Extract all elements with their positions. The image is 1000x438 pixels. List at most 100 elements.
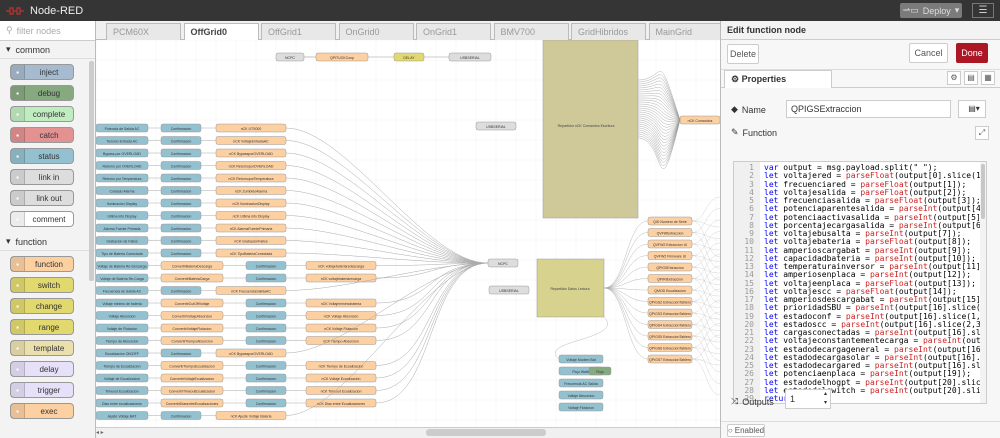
- outputs-spinner[interactable]: 1 ▴ ▾: [785, 389, 831, 409]
- palette-node-link-out[interactable]: ▪ link out: [10, 190, 74, 206]
- palette-category-common[interactable]: ▾ common: [0, 41, 95, 59]
- tab-ongrid0[interactable]: OnGrid0: [338, 23, 414, 40]
- editor-scrollbar[interactable]: [980, 162, 986, 403]
- delay-icon: ▪: [11, 362, 25, 376]
- palette-node-change[interactable]: ▪ change: [10, 298, 74, 314]
- palette-node-catch[interactable]: ▪ catch: [10, 127, 74, 143]
- palette-node-label: function: [34, 259, 64, 269]
- palette-node-inject[interactable]: ▪ inject: [10, 64, 74, 80]
- flow-node-label: Confirmacion: [256, 302, 277, 306]
- flow-node-label: Frecuencia de Salida AC: [103, 290, 142, 294]
- function-label: Function: [742, 127, 778, 138]
- comment-icon: ▪: [11, 212, 25, 226]
- palette-node-delay[interactable]: ▪ delay: [10, 361, 74, 377]
- search-icon: ⚲: [6, 25, 13, 35]
- name-input[interactable]: QPIGSExtraccion: [786, 100, 951, 118]
- palette-node-range[interactable]: ▪ range: [10, 319, 74, 335]
- expand-icon[interactable]: ⤢: [975, 126, 989, 140]
- palette-node-template[interactable]: ▪ template: [10, 340, 74, 356]
- palette-sidebar: ⚲ filter nodes ▾ common ▪ inject ▪ debug ▪ comp…: [0, 21, 96, 438]
- palette-node-label: catch: [39, 130, 59, 140]
- wire: [285, 140, 489, 264]
- flow-node-label: Tiempo de Ecualizacion: [103, 365, 140, 369]
- palette-node-function[interactable]: ▪ function: [10, 256, 74, 272]
- palette-node-link-in[interactable]: ▪ link in: [10, 169, 74, 185]
- palette-node-label: debug: [37, 88, 61, 98]
- palette-scrollbar[interactable]: [89, 61, 94, 281]
- deploy-button[interactable]: ⇀▭ Deploy ▾: [900, 3, 962, 18]
- tab-ongrid1[interactable]: OnGrid1: [416, 23, 491, 40]
- parser-node-label: QVFWExtraccion: [657, 232, 684, 236]
- palette-node-label: switch: [37, 280, 61, 290]
- repartidor-escritura-label: Repartidor nCK Comandos Escritura: [558, 124, 615, 128]
- chevron-down-icon[interactable]: ▾: [955, 5, 960, 16]
- appearance-icon[interactable]: ▦: [981, 71, 995, 85]
- settings-icon[interactable]: ⚙: [947, 71, 961, 85]
- tab-pcm60x[interactable]: PCM60X: [106, 23, 181, 40]
- nav-controls[interactable]: ◂ ▸: [96, 429, 104, 436]
- display-node-label: Voltaje Flotacion: [568, 406, 594, 410]
- flow-node-label: Confirmacion: [256, 390, 277, 394]
- palette-node-exec[interactable]: ▪ exec: [10, 403, 74, 419]
- wire: [375, 262, 489, 391]
- palette-node-label: delay: [39, 364, 59, 374]
- enabled-label: Enabled: [734, 426, 765, 435]
- palette-filter-input[interactable]: ⚲ filter nodes: [0, 21, 95, 41]
- code-editor[interactable]: 1 var output = msg.payload.split(" "); 2 le…: [733, 161, 987, 404]
- spinner-arrows-icon[interactable]: ▴ ▾: [824, 390, 827, 408]
- tab-gridhibridos[interactable]: GridHibridos: [571, 23, 646, 40]
- flujo-debug-node-label: Flujo: [596, 370, 604, 374]
- tab-offgrid0[interactable]: OffGrid0: [183, 23, 259, 41]
- enabled-toggle[interactable]: ○ Enabled: [727, 424, 765, 437]
- wire: [603, 287, 649, 325]
- exec-icon: ▪: [11, 404, 25, 418]
- flow-node-label: Grabacion de Fallos: [106, 240, 138, 244]
- palette-node-status[interactable]: ▪ status: [10, 148, 74, 164]
- flow-node-label: ConvertirDiasentreEcualizaciones: [166, 402, 219, 406]
- flow-node-label: Confirmacion: [171, 140, 192, 144]
- palette-node-comment[interactable]: ▪ comment: [10, 211, 74, 227]
- cancel-button[interactable]: Cancel: [909, 43, 948, 63]
- tab-offgrid1[interactable]: OffGrid1: [261, 23, 336, 40]
- flow-node-label: nCK ZumbidoAlarma: [235, 190, 268, 194]
- palette-category-function[interactable]: ▾ function: [0, 233, 95, 251]
- palette-node-debug[interactable]: ▪ debug: [10, 85, 74, 101]
- complete-icon: ▪: [11, 107, 25, 121]
- palette-node-switch[interactable]: ▪ switch: [10, 277, 74, 293]
- menu-icon[interactable]: ☰: [972, 3, 994, 18]
- header-bar: Node-RED ⇀▭ Deploy ▾ ☰: [0, 0, 1000, 21]
- library-button[interactable]: ▤▾: [958, 100, 986, 118]
- outputs-value: 1: [790, 394, 796, 404]
- range-icon: ▪: [11, 320, 25, 334]
- name-label-row: ◆ Name: [731, 104, 766, 115]
- tab-properties[interactable]: ⚙ Properties: [724, 70, 832, 88]
- flow-canvas-svg[interactable]: Repartidor nCK Comandos Escritura Reparti…: [96, 40, 720, 427]
- palette-node-label: link in: [38, 172, 60, 182]
- tab-maingrid[interactable]: MainGrid: [648, 23, 724, 40]
- done-button[interactable]: Done: [956, 43, 988, 63]
- palette-node-label: complete: [32, 109, 66, 119]
- delete-button[interactable]: Delete: [727, 44, 759, 64]
- tray-title: Edit function node: [721, 21, 1000, 40]
- flow-node-label: Tipo de Bateria Conectada: [101, 252, 143, 256]
- palette-node-trigger[interactable]: ▪ trigger: [10, 382, 74, 398]
- flow-node-label: Cuidado Alarma: [110, 190, 135, 194]
- palette-node-label: change: [35, 301, 63, 311]
- flow-node-label: Confirmacion: [256, 340, 277, 344]
- flow-node-label: Confirmacion: [171, 290, 192, 294]
- palette-node-complete[interactable]: ▪ complete: [10, 106, 74, 122]
- top-chain-node-label: USBSERIAL: [460, 56, 480, 60]
- flow-node-label: Confirmacion: [256, 265, 277, 269]
- description-icon[interactable]: ▤: [964, 71, 978, 85]
- canvas-hscroll[interactable]: [426, 429, 546, 436]
- flow-canvas[interactable]: Repartidor nCK Comandos Escritura Reparti…: [96, 40, 720, 427]
- tab-bmv700[interactable]: BMV700: [493, 23, 569, 40]
- parser-node-label: QID Numero de Serie: [653, 220, 687, 224]
- flow-node-label: Voltaje minimo de bateria: [102, 302, 141, 306]
- flow-node-label: ConvertirTiempoAbsorcion: [171, 340, 212, 344]
- tag-icon: ◆: [731, 104, 738, 114]
- flow-node-label: Ecualizacion ON/OFF: [105, 352, 139, 356]
- display-node-label: Voltaje Absorcion: [568, 394, 595, 398]
- repartidor-escritura-node[interactable]: [542, 40, 639, 219]
- usbserial-node-label: USBSERIAL: [486, 125, 506, 129]
